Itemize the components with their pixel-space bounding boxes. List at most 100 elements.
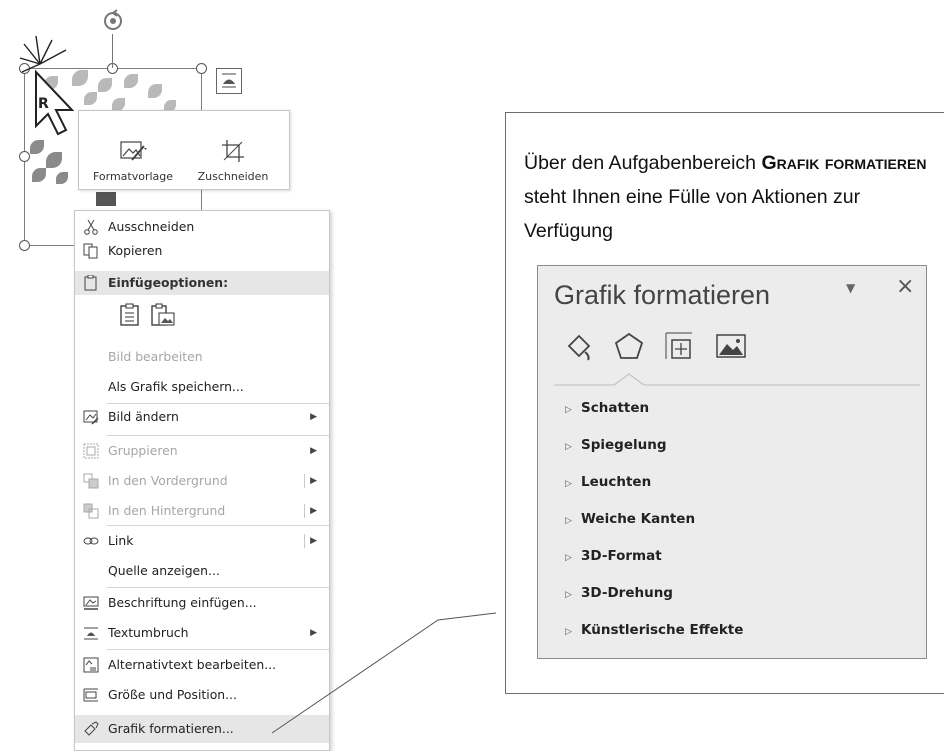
menu-item-label: Bild bearbeiten: [108, 349, 203, 364]
split-separator: [304, 504, 305, 518]
pane-section-glow[interactable]: ▷ Leuchten: [565, 474, 651, 490]
submenu-arrow-icon: ▶: [310, 628, 317, 638]
wrap-text-icon: [84, 627, 98, 640]
copy-icon: [83, 243, 98, 259]
pane-section-label: 3D-Drehung: [581, 585, 673, 601]
menu-item-label: Grafik formatieren...: [108, 721, 234, 736]
menu-item-label: Alternativtext bearbeiten...: [108, 657, 277, 672]
pane-section-artistic-effects[interactable]: ▷ Künstlerische Effekte: [565, 622, 743, 638]
submenu-arrow-icon[interactable]: ▶: [310, 499, 317, 523]
picture-style-icon: [120, 141, 147, 161]
rotate-handle-stem: [112, 34, 113, 68]
menu-item-wrap-text[interactable]: Textumbruch ▶: [75, 621, 329, 645]
effects-pentagon-icon[interactable]: [612, 330, 646, 362]
expand-triangle-icon: ▷: [565, 553, 572, 563]
size-properties-icon[interactable]: [662, 330, 696, 362]
pane-options-dropdown[interactable]: ▼: [846, 281, 855, 295]
active-tab-indicator: [554, 373, 920, 386]
cursor-label: R: [38, 96, 49, 112]
menu-item-label: Kopieren: [108, 243, 163, 258]
menu-item-cut[interactable]: Ausschneiden: [75, 215, 329, 239]
click-burst-icon: [19, 35, 75, 136]
pane-section-3d-rotation[interactable]: ▷ 3D-Drehung: [565, 585, 673, 601]
menu-item-label: In den Vordergrund: [108, 473, 228, 488]
pane-section-soft-edges[interactable]: ▷ Weiche Kanten: [565, 511, 695, 527]
resize-handle-ne[interactable]: [196, 63, 207, 74]
pane-section-label: Weiche Kanten: [581, 511, 696, 527]
menu-divider: [107, 587, 329, 588]
pot-shape: [96, 192, 116, 206]
expand-triangle-icon: ▷: [565, 479, 572, 489]
menu-item-show-source[interactable]: Quelle anzeigen...: [75, 559, 329, 583]
format-picture-icon: [84, 721, 99, 736]
menu-item-label: Quelle anzeigen...: [108, 563, 220, 578]
menu-divider: [107, 649, 329, 650]
picture-icon[interactable]: [714, 330, 748, 362]
group-icon: [83, 443, 99, 459]
send-backward-icon: [83, 503, 99, 519]
menu-item-label: In den Hintergrund: [108, 503, 226, 518]
expand-triangle-icon: ▷: [565, 627, 572, 637]
menu-item-group[interactable]: Gruppieren ▶: [75, 439, 329, 463]
crop-button-label: Zuschneiden: [197, 170, 269, 183]
scissors-icon: [84, 219, 98, 235]
paste-keep-formatting-icon[interactable]: [119, 303, 141, 327]
expand-triangle-icon: ▷: [565, 405, 572, 415]
context-menu: Ausschneiden Kopieren Einfügeoptionen: B…: [74, 210, 330, 751]
menu-item-format-picture[interactable]: Grafik formatieren...: [75, 715, 329, 743]
menu-item-change-picture[interactable]: Bild ändern ▶: [75, 405, 329, 429]
expand-triangle-icon: ▷: [565, 442, 572, 452]
menu-item-size-position[interactable]: Größe und Position...: [75, 683, 329, 707]
menu-item-insert-caption[interactable]: Beschriftung einfügen...: [75, 591, 329, 615]
callout-keyword-2: formatieren: [824, 152, 927, 174]
fill-line-icon[interactable]: [563, 330, 595, 362]
change-picture-icon: [83, 410, 99, 425]
submenu-arrow-icon: ▶: [310, 446, 317, 456]
menu-item-label: Beschriftung einfügen...: [108, 595, 257, 610]
alt-text-icon: [83, 657, 99, 673]
menu-item-bring-forward[interactable]: In den Vordergrund ▶: [75, 469, 329, 493]
pane-section-label: Künstlerische Effekte: [581, 622, 744, 638]
style-button[interactable]: Formatvorlage: [85, 117, 181, 183]
pane-section-label: Leuchten: [581, 474, 652, 490]
menu-item-copy[interactable]: Kopieren: [75, 239, 329, 263]
crop-icon: [222, 140, 244, 162]
style-button-label: Formatvorlage: [92, 170, 174, 183]
pane-section-shadow[interactable]: ▷ Schatten: [565, 400, 649, 416]
callout-text-1: Über den Aufgabenbereich: [524, 152, 757, 174]
crop-button[interactable]: Zuschneiden: [183, 117, 283, 183]
caption-icon: [83, 596, 99, 610]
layout-options-icon[interactable]: [216, 68, 242, 94]
resize-handle-sw[interactable]: [19, 240, 30, 251]
callout-caption: Über den Aufgabenbereich Grafik formatie…: [524, 146, 934, 248]
menu-item-edit-picture[interactable]: Bild bearbeiten: [75, 345, 329, 369]
menu-divider: [107, 403, 329, 404]
menu-paste-options-header: Einfügeoptionen:: [75, 271, 329, 295]
resize-handle-w[interactable]: [19, 151, 30, 162]
menu-item-link[interactable]: Link ▶: [75, 529, 329, 553]
pane-section-reflection[interactable]: ▷ Spiegelung: [565, 437, 667, 453]
size-position-icon: [83, 688, 98, 702]
menu-item-send-backward[interactable]: In den Hintergrund ▶: [75, 499, 329, 523]
pane-close-button[interactable]: ×: [896, 274, 914, 299]
pane-section-3d-format[interactable]: ▷ 3D-Format: [565, 548, 662, 564]
split-separator: [304, 534, 305, 548]
submenu-arrow-icon[interactable]: ▶: [310, 469, 317, 493]
menu-item-label: Einfügeoptionen:: [108, 275, 229, 290]
link-icon: [83, 537, 99, 545]
submenu-arrow-icon: ▶: [310, 412, 317, 422]
pane-section-label: Spiegelung: [581, 437, 667, 453]
menu-item-alt-text[interactable]: Alternativtext bearbeiten...: [75, 653, 329, 677]
paste-as-picture-icon[interactable]: [151, 303, 175, 327]
menu-item-label: Gruppieren: [108, 443, 178, 458]
bring-forward-icon: [83, 473, 99, 489]
menu-divider: [107, 435, 329, 436]
rotate-handle-icon[interactable]: [100, 8, 126, 34]
submenu-arrow-icon[interactable]: ▶: [310, 529, 317, 553]
menu-item-label: Als Grafik speichern...: [108, 379, 244, 394]
pane-section-label: 3D-Format: [581, 548, 662, 564]
menu-item-label: Textumbruch: [108, 625, 189, 640]
paste-icon: [84, 275, 97, 291]
expand-triangle-icon: ▷: [565, 590, 572, 600]
menu-item-save-as-picture[interactable]: Als Grafik speichern...: [75, 375, 329, 399]
